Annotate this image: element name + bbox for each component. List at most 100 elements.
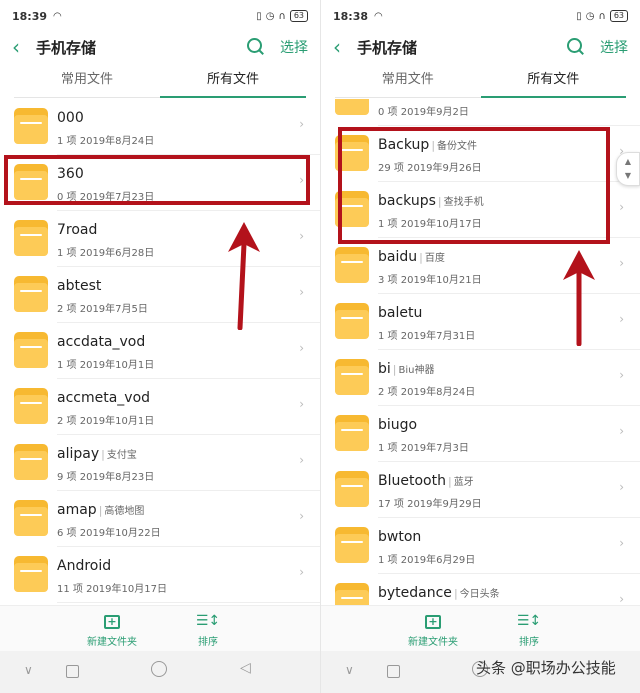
nav-home-icon[interactable]	[151, 661, 167, 677]
folder-icon	[14, 108, 48, 144]
folder-row[interactable]: backups | 查找手机 1 项 2019年10月17日 ›	[321, 182, 640, 238]
sort-icon: ☰↕	[195, 613, 221, 629]
folder-row[interactable]: dweme_monitor0 项 2019年9月2日›	[321, 99, 640, 126]
folder-app-tag: 备份文件	[437, 141, 478, 152]
folder-row[interactable]: Backup | 备份文件 29 项 2019年9月26日 ›	[321, 126, 640, 182]
folder-app-tag: Biu神器	[398, 365, 435, 376]
chevron-right-icon: ›	[619, 256, 624, 270]
folder-row[interactable]: Android 11 项 2019年10月17日 ›	[0, 547, 320, 603]
select-button[interactable]: 选择	[280, 37, 308, 57]
chevron-right-icon: ›	[619, 480, 624, 494]
folder-row[interactable]: 7road 1 项 2019年6月28日 ›	[0, 211, 320, 267]
back-arrow-icon[interactable]: ‹	[333, 35, 347, 59]
page-title: 手机存储	[36, 38, 97, 57]
chevron-right-icon: ›	[619, 312, 624, 326]
sort-button[interactable]: ☰↕ 排序	[489, 611, 569, 648]
tab-all-files[interactable]: 所有文件	[480, 64, 627, 98]
folder-name: alipay	[57, 446, 100, 462]
tab-common-files[interactable]: 常用文件	[335, 64, 481, 97]
new-folder-button[interactable]: + 新建文件夹	[72, 611, 152, 648]
folder-icon	[14, 388, 48, 424]
status-bar: 18:39 ◠ ▯ ◷ ∩ 63	[0, 0, 320, 32]
chevron-right-icon: ›	[299, 117, 304, 131]
folder-row[interactable]: biugo 1 项 2019年7月3日 ›	[321, 406, 640, 462]
folder-icon	[14, 164, 48, 200]
folder-row[interactable]: Bluetooth | 蓝牙 17 项 2019年9月29日 ›	[321, 462, 640, 518]
folder-row[interactable]: accmeta_vod 2 项 2019年10月1日 ›	[0, 379, 320, 435]
file-list[interactable]: dweme_monitor0 项 2019年9月2日›Backup|备份文件29…	[321, 99, 640, 605]
alarm-icon: ◷	[265, 10, 275, 22]
folder-meta: 2 项 2019年7月5日	[57, 304, 148, 315]
system-nav-bar: ∨ ◁	[0, 651, 320, 693]
battery-icon: 63	[609, 10, 628, 22]
fast-scroll-handle[interactable]: ▲ ▼	[616, 152, 640, 186]
folder-meta: 1 项 2019年7月31日	[378, 331, 476, 342]
folder-row[interactable]: baletu 1 项 2019年7月31日 ›	[321, 294, 640, 350]
nav-recents-icon[interactable]	[387, 665, 400, 678]
folder-row[interactable]: 360 0 项 2019年7月23日 ›	[0, 155, 320, 211]
folder-row[interactable]: bytedance | 今日头条 ›	[321, 574, 640, 605]
back-arrow-icon[interactable]: ‹	[12, 35, 26, 59]
folder-name: bytedance	[378, 585, 452, 601]
new-folder-button[interactable]: + 新建文件夹	[393, 611, 473, 648]
folder-meta: 1 项 2019年10月17日	[378, 219, 482, 230]
nav-hide-icon[interactable]: ∨	[345, 663, 354, 677]
folder-name: 000	[57, 110, 84, 126]
folder-meta: 0 项 2019年9月2日	[378, 107, 469, 118]
folder-icon	[335, 99, 369, 115]
bottom-toolbar: + 新建文件夹 ☰↕ 排序	[321, 605, 640, 651]
title-bar: ‹ 手机存储 选择	[321, 32, 640, 62]
folder-icon	[335, 303, 369, 339]
folder-row[interactable]: bwton 1 项 2019年6月29日 ›	[321, 518, 640, 574]
sort-button[interactable]: ☰↕ 排序	[168, 611, 248, 648]
folder-icon	[335, 583, 369, 605]
nav-hide-icon[interactable]: ∨	[24, 663, 33, 677]
folder-row[interactable]: amap | 高德地图 6 项 2019年10月22日 ›	[0, 491, 320, 547]
folder-name: amap	[57, 502, 97, 518]
folder-meta: 1 项 2019年6月29日	[378, 555, 476, 566]
folder-meta: 3 项 2019年10月21日	[378, 275, 482, 286]
search-icon[interactable]	[566, 37, 586, 57]
folder-row[interactable]: baidu | 百度 3 项 2019年10月21日 ›	[321, 238, 640, 294]
folder-name: bi	[378, 361, 391, 377]
folder-row[interactable]: accdata_vod 1 项 2019年10月1日 ›	[0, 323, 320, 379]
tab-bar: 常用文件 所有文件	[14, 64, 306, 98]
alarm-icon: ◷	[585, 10, 595, 22]
new-folder-icon: +	[104, 615, 120, 629]
folder-name: baidu	[378, 249, 418, 265]
tab-common-files[interactable]: 常用文件	[14, 64, 160, 97]
search-icon[interactable]	[246, 37, 266, 57]
wifi-icon: ◠	[374, 10, 383, 22]
folder-name: backups	[378, 193, 436, 209]
folder-meta: 1 项 2019年6月28日	[57, 248, 155, 259]
chevron-right-icon: ›	[299, 229, 304, 243]
folder-row[interactable]: alipay | 支付宝 9 项 2019年8月23日 ›	[0, 435, 320, 491]
status-bar: 18:38 ◠ ▯ ◷ ∩ 63	[321, 0, 640, 32]
wifi-icon: ◠	[53, 10, 62, 22]
folder-icon	[335, 359, 369, 395]
bottom-toolbar: + 新建文件夹 ☰↕ 排序	[0, 605, 320, 651]
select-button[interactable]: 选择	[600, 37, 628, 57]
tab-all-files[interactable]: 所有文件	[160, 64, 306, 98]
sort-label: 排序	[519, 637, 539, 648]
nav-back-icon[interactable]: ◁	[240, 660, 251, 676]
nav-recents-icon[interactable]	[66, 665, 79, 678]
watermark-text: 头条 @职场办公技能	[476, 659, 616, 677]
file-list[interactable]: 000 1 项 2019年8月24日 › 360 0 项 2019年7月23日 › 7roa…	[0, 99, 320, 605]
folder-name: abtest	[57, 278, 102, 294]
folder-row[interactable]: bi | Biu神器 2 项 2019年8月24日 ›	[321, 350, 640, 406]
folder-icon	[335, 135, 369, 171]
folder-meta: 1 项 2019年10月1日	[57, 360, 155, 371]
folder-app-tag: 今日头条	[459, 589, 500, 600]
folder-row[interactable]: 000 1 项 2019年8月24日 ›	[0, 99, 320, 155]
folder-app-tag: 百度	[424, 253, 445, 264]
folder-name: Backup	[378, 137, 430, 153]
folder-icon	[14, 220, 48, 256]
folder-meta: 29 项 2019年9月26日	[378, 163, 482, 174]
chevron-right-icon: ›	[299, 453, 304, 467]
chevron-right-icon: ›	[619, 592, 624, 605]
folder-name: bwton	[378, 529, 422, 545]
new-folder-label: 新建文件夹	[87, 637, 137, 648]
folder-row[interactable]: abtest 2 项 2019年7月5日 ›	[0, 267, 320, 323]
chevron-right-icon: ›	[619, 536, 624, 550]
